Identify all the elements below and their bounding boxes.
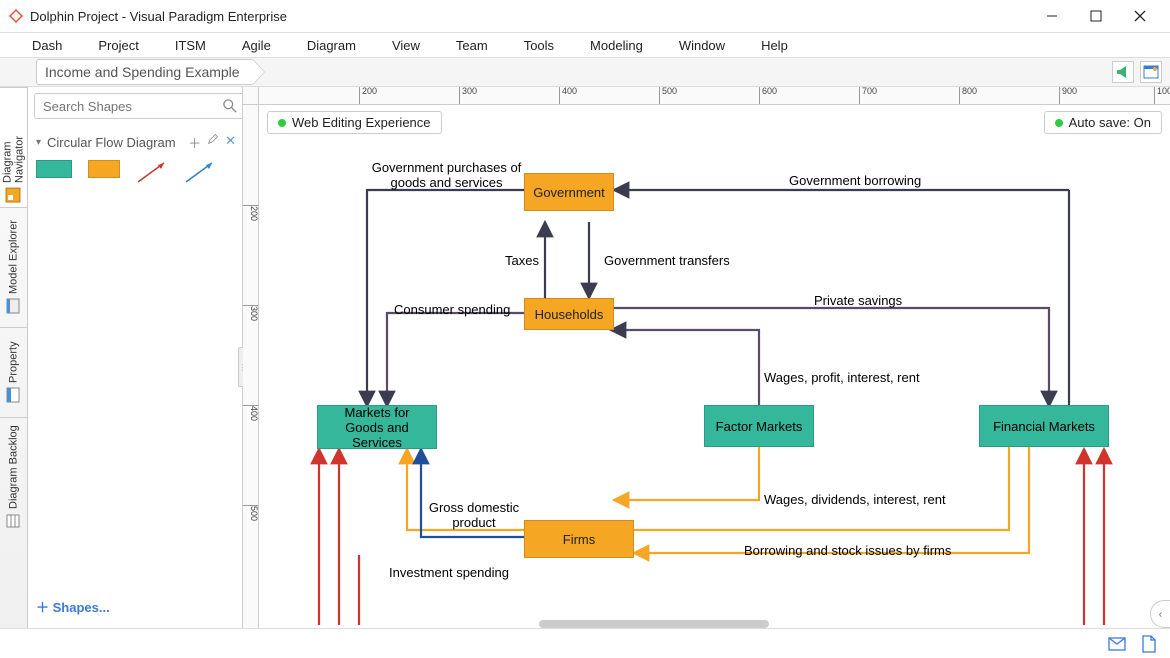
right-panel-handle[interactable]: ‹ [1150, 600, 1170, 628]
palette-category-header[interactable]: ▾ Circular Flow Diagram ＋ ✕ [36, 133, 236, 152]
node-financial-markets[interactable]: Financial Markets [979, 405, 1109, 447]
ruler-corner [243, 87, 259, 105]
node-government[interactable]: Government [524, 173, 614, 211]
menu-diagram[interactable]: Diagram [289, 36, 374, 55]
mail-icon[interactable] [1108, 635, 1126, 653]
menu-modeling[interactable]: Modeling [572, 36, 661, 55]
shape-blue-arrow[interactable] [184, 160, 216, 184]
menu-view[interactable]: View [374, 36, 438, 55]
window-title: Dolphin Project - Visual Paradigm Enterp… [30, 9, 1030, 24]
menu-tools[interactable]: Tools [506, 36, 572, 55]
backlog-icon [6, 513, 22, 529]
layout-icon[interactable] [1140, 61, 1162, 83]
status-dot-icon [1055, 119, 1063, 127]
label-consumer-spending: Consumer spending [394, 302, 510, 317]
shape-red-arrow[interactable] [136, 160, 168, 184]
ruler-horizontal: 200 300 400 500 600 700 800 900 1000 [259, 87, 1170, 105]
add-shape-icon[interactable]: ＋ [188, 133, 201, 152]
search-input[interactable] [39, 99, 223, 114]
shape-orange-rect[interactable] [88, 160, 120, 178]
app-logo-icon [8, 8, 24, 24]
node-households[interactable]: Households [524, 298, 614, 330]
node-firms[interactable]: Firms [524, 520, 634, 558]
canvas-area: ⋮ 200 300 400 500 600 700 800 900 1000 2… [243, 87, 1170, 628]
label-gov-purchases: Government purchases of goods and servic… [369, 160, 524, 190]
tab-model-explorer[interactable]: Model Explorer [0, 207, 27, 327]
breadcrumb-row: Income and Spending Example [0, 57, 1170, 87]
autosave-pill[interactable]: Auto save: On [1044, 111, 1162, 134]
shapes-link[interactable]: ＋ Shapes... [34, 591, 236, 622]
palette-panel: ⋮ ▾ Circular Flow Diagram ＋ ✕ ＋ Shapes..… [28, 87, 243, 628]
statusbar [0, 628, 1170, 658]
menu-dash[interactable]: Dash [14, 36, 80, 55]
edit-shape-icon[interactable] [207, 133, 219, 152]
tab-diagram-navigator[interactable]: Diagram Navigator [0, 87, 27, 207]
side-tabs: Diagram Navigator Model Explorer Propert… [0, 87, 28, 628]
breadcrumb[interactable]: Income and Spending Example [36, 59, 253, 85]
menu-help[interactable]: Help [743, 36, 806, 55]
label-gov-borrowing: Government borrowing [789, 173, 921, 188]
menubar: Dash Project ITSM Agile Diagram View Tea… [0, 33, 1170, 57]
shape-swatches [34, 160, 236, 192]
chevron-down-icon: ▾ [36, 137, 41, 148]
canvas-scrollbar[interactable] [539, 620, 769, 628]
label-taxes: Taxes [505, 253, 539, 268]
explorer-icon [6, 299, 22, 315]
label-investment-spending: Investment spending [389, 565, 509, 580]
ruler-vertical: 200 300 400 500 [243, 105, 259, 628]
label-wages-dividends: Wages, dividends, interest, rent [764, 492, 946, 507]
tab-property[interactable]: Property [0, 327, 27, 417]
announce-icon[interactable] [1112, 61, 1134, 83]
label-gdp: Gross domestic product [419, 500, 529, 530]
menu-agile[interactable]: Agile [224, 36, 289, 55]
document-icon[interactable] [1140, 635, 1158, 653]
shape-green-rect[interactable] [36, 160, 72, 178]
maximize-button[interactable] [1074, 0, 1118, 32]
palette-category-label: Circular Flow Diagram [47, 135, 176, 150]
search-icon[interactable] [223, 99, 243, 113]
menu-project[interactable]: Project [80, 36, 156, 55]
property-icon [6, 387, 22, 403]
web-editing-pill[interactable]: Web Editing Experience [267, 111, 442, 134]
menu-itsm[interactable]: ITSM [157, 36, 224, 55]
titlebar: Dolphin Project - Visual Paradigm Enterp… [0, 0, 1170, 33]
status-dot-icon [278, 119, 286, 127]
label-borrowing-stock: Borrowing and stock issues by firms [744, 543, 951, 558]
navigator-icon [6, 187, 22, 203]
menu-window[interactable]: Window [661, 36, 743, 55]
minimize-button[interactable] [1030, 0, 1074, 32]
menu-team[interactable]: Team [438, 36, 506, 55]
tab-diagram-backlog[interactable]: Diagram Backlog [0, 417, 27, 537]
label-private-savings: Private savings [814, 293, 902, 308]
remove-shape-icon[interactable]: ✕ [225, 133, 236, 152]
label-gov-transfers: Government transfers [604, 253, 730, 268]
close-button[interactable] [1118, 0, 1162, 32]
search-shapes[interactable] [34, 93, 248, 119]
diagram-canvas[interactable]: Web Editing Experience Auto save: On [259, 105, 1170, 628]
node-factor-markets[interactable]: Factor Markets [704, 405, 814, 447]
label-wages-profit: Wages, profit, interest, rent [764, 370, 920, 385]
node-markets-goods[interactable]: Markets for Goods and Services [317, 405, 437, 449]
